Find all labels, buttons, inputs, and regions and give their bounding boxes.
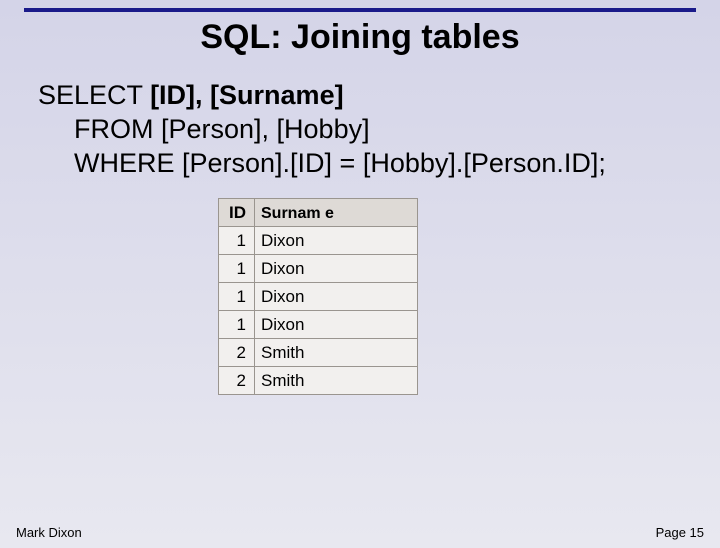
header-surname: Surnam e bbox=[255, 199, 418, 227]
cell-id: 1 bbox=[219, 311, 255, 339]
table-row: 1 Dixon bbox=[219, 283, 418, 311]
result-table-wrap: ID Surnam e 1 Dixon 1 Dixon 1 Dixon 1 Di… bbox=[218, 198, 418, 395]
table-body: 1 Dixon 1 Dixon 1 Dixon 1 Dixon 2 Smith … bbox=[219, 227, 418, 395]
table-row: 1 Dixon bbox=[219, 255, 418, 283]
table-header-row: ID Surnam e bbox=[219, 199, 418, 227]
table-row: 2 Smith bbox=[219, 367, 418, 395]
sql-select-columns: [ID], [Surname] bbox=[150, 80, 344, 110]
cell-surname: Dixon bbox=[255, 311, 418, 339]
cell-id: 1 bbox=[219, 283, 255, 311]
sql-select-keyword: SELECT bbox=[38, 80, 150, 110]
sql-query: SELECT [ID], [Surname] FROM [Person], [H… bbox=[38, 79, 720, 180]
sql-line-3: WHERE [Person].[ID] = [Hobby].[Person.ID… bbox=[74, 147, 720, 181]
cell-id: 1 bbox=[219, 227, 255, 255]
table-row: 2 Smith bbox=[219, 339, 418, 367]
cell-id: 1 bbox=[219, 255, 255, 283]
cell-surname: Smith bbox=[255, 367, 418, 395]
footer-page: Page 15 bbox=[656, 525, 704, 540]
cell-surname: Dixon bbox=[255, 255, 418, 283]
slide-title: SQL: Joining tables bbox=[0, 18, 720, 57]
cell-surname: Smith bbox=[255, 339, 418, 367]
sql-line-2: FROM [Person], [Hobby] bbox=[74, 113, 720, 147]
cell-surname: Dixon bbox=[255, 283, 418, 311]
table-row: 1 Dixon bbox=[219, 227, 418, 255]
cell-id: 2 bbox=[219, 339, 255, 367]
result-table: ID Surnam e 1 Dixon 1 Dixon 1 Dixon 1 Di… bbox=[218, 198, 418, 395]
cell-id: 2 bbox=[219, 367, 255, 395]
top-rule bbox=[24, 8, 696, 12]
footer: Mark Dixon Page 15 bbox=[16, 525, 704, 540]
cell-surname: Dixon bbox=[255, 227, 418, 255]
table-row: 1 Dixon bbox=[219, 311, 418, 339]
sql-line-1: SELECT [ID], [Surname] bbox=[38, 79, 720, 113]
footer-author: Mark Dixon bbox=[16, 525, 82, 540]
header-id: ID bbox=[219, 199, 255, 227]
